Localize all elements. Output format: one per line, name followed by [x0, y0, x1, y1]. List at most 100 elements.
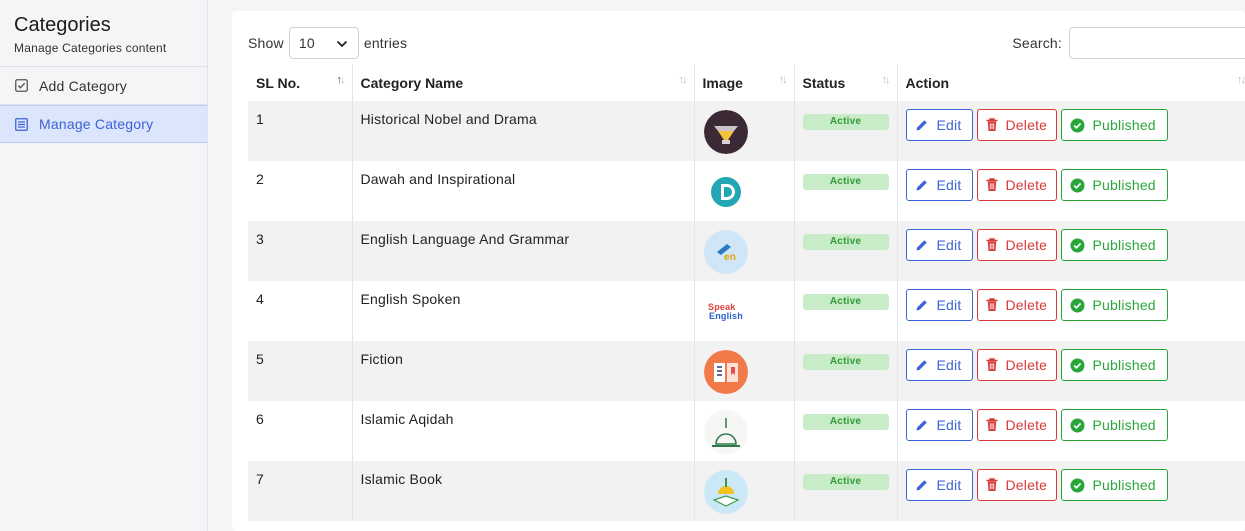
svg-text:en: en [724, 252, 736, 263]
published-button[interactable]: Published [1060, 469, 1168, 501]
cell-category-name: Historical Nobel and Drama [351, 101, 694, 161]
pencil-icon [916, 120, 927, 131]
list-icon [14, 117, 28, 131]
cell-category-name: English Spoken [351, 281, 694, 341]
sidebar-item-add-category[interactable]: Add Category [0, 67, 207, 105]
pencil-icon [916, 240, 927, 251]
published-button[interactable]: Published [1060, 409, 1168, 441]
row-actions: Edit Delete Published [905, 289, 1241, 321]
open-book-icon [703, 350, 786, 397]
table-controls: Show 10 entries Search: [248, 27, 1245, 59]
category-name: Islamic Book [360, 471, 443, 487]
edit-button[interactable]: Edit [905, 169, 973, 201]
cell-image [693, 341, 794, 401]
sidebar-item-manage-category[interactable]: Manage Category [0, 105, 207, 143]
sl-number: 6 [256, 411, 264, 427]
cell-actions: Edit Delete Published [896, 341, 1245, 401]
search-area: Search: [1012, 27, 1245, 59]
table-row: 2 Dawah and Inspirational Active Edit De… [248, 161, 1245, 221]
sidebar-title: Categories [14, 14, 111, 36]
table-row: 7 Islamic Book Active Edit Delete Publis… [248, 461, 1245, 521]
cell-actions: Edit Delete Published [896, 101, 1245, 161]
row-actions: Edit Delete Published [905, 469, 1241, 501]
trash-icon [986, 118, 997, 131]
delete-label: Delete [1005, 477, 1048, 493]
cell-sl: 3 [248, 221, 352, 281]
cell-category-name: English Language And Grammar [351, 221, 694, 281]
cell-actions: Edit Delete Published [896, 401, 1245, 461]
cell-image [693, 161, 794, 221]
column-header-category-name[interactable]: Category Name ↑↓ [351, 64, 694, 101]
sl-number: 2 [256, 171, 264, 187]
cell-sl: 2 [248, 161, 352, 221]
delete-button[interactable]: Delete [976, 469, 1057, 501]
show-label: Show [248, 35, 284, 51]
check-circle-icon [1070, 178, 1084, 192]
svg-text:English: English [709, 311, 743, 321]
pencil-icon [916, 360, 927, 371]
english-en-icon: en [703, 230, 786, 277]
delete-label: Delete [1005, 417, 1048, 433]
row-actions: Edit Delete Published [905, 409, 1241, 441]
status-badge: Active [802, 414, 889, 430]
delete-button[interactable]: Delete [976, 229, 1057, 261]
categories-table: SL No. ↑↓ Category Name ↑↓ Image ↑↓ Status ↑… [248, 64, 1245, 521]
delete-button[interactable]: Delete [976, 289, 1057, 321]
mosque-icon [703, 410, 786, 457]
table-row: 5 Fiction Active Edit Delete Published [248, 341, 1245, 401]
published-button[interactable]: Published [1060, 349, 1168, 381]
pencil-icon [916, 420, 927, 431]
sort-icon: ↑↓ [778, 74, 788, 86]
categories-card: Show 10 entries Search: SL No. ↑↓ Categor… [232, 11, 1245, 531]
column-header-status[interactable]: Status ↑↓ [793, 64, 897, 101]
delete-button[interactable]: Delete [976, 109, 1057, 141]
delete-button[interactable]: Delete [976, 349, 1057, 381]
pencil-icon [916, 300, 927, 311]
edit-button[interactable]: Edit [905, 409, 973, 441]
delete-button[interactable]: Delete [976, 409, 1057, 441]
published-button[interactable]: Published [1060, 289, 1168, 321]
trash-icon [986, 358, 997, 371]
published-button[interactable]: Published [1060, 109, 1168, 141]
sl-number: 1 [256, 111, 264, 127]
search-input[interactable] [1069, 27, 1245, 59]
delete-label: Delete [1005, 357, 1048, 373]
trash-icon [986, 178, 997, 191]
cell-actions: Edit Delete Published [896, 461, 1245, 521]
check-circle-icon [1070, 238, 1084, 252]
column-header-image[interactable]: Image ↑↓ [693, 64, 794, 101]
sort-icon: ↑↓ [881, 74, 891, 86]
edit-button[interactable]: Edit [905, 289, 973, 321]
entries-value: 10 [298, 35, 315, 51]
sidebar-subtitle: Manage Categories content [14, 41, 167, 55]
edit-button[interactable]: Edit [905, 229, 973, 261]
published-label: Published [1092, 417, 1156, 433]
column-header-sl[interactable]: SL No. ↑↓ [248, 64, 352, 101]
edit-button[interactable]: Edit [905, 109, 973, 141]
category-name: Historical Nobel and Drama [360, 111, 537, 127]
published-label: Published [1092, 477, 1156, 493]
delete-label: Delete [1005, 117, 1048, 133]
cell-actions: Edit Delete Published [896, 161, 1245, 221]
cell-sl: 5 [248, 341, 352, 401]
cell-status: Active [793, 401, 897, 461]
edit-button[interactable]: Edit [905, 349, 973, 381]
column-header-action[interactable]: Action ↑↓ [896, 64, 1245, 101]
edit-label: Edit [936, 117, 962, 133]
delete-label: Delete [1005, 177, 1048, 193]
cell-image: Speak English [693, 281, 794, 341]
edit-label: Edit [936, 417, 962, 433]
published-label: Published [1092, 117, 1156, 133]
cell-image [693, 401, 794, 461]
trash-icon [986, 418, 997, 431]
published-button[interactable]: Published [1060, 229, 1168, 261]
speak-english-icon: Speak English [703, 290, 786, 337]
edit-button[interactable]: Edit [905, 469, 973, 501]
cell-category-name: Fiction [351, 341, 694, 401]
published-button[interactable]: Published [1060, 169, 1168, 201]
sidebar-item-label: Manage Category [39, 116, 154, 132]
cell-sl: 7 [248, 461, 352, 521]
cell-status: Active [793, 221, 897, 281]
delete-button[interactable]: Delete [976, 169, 1057, 201]
entries-select[interactable]: 10 [288, 27, 359, 59]
